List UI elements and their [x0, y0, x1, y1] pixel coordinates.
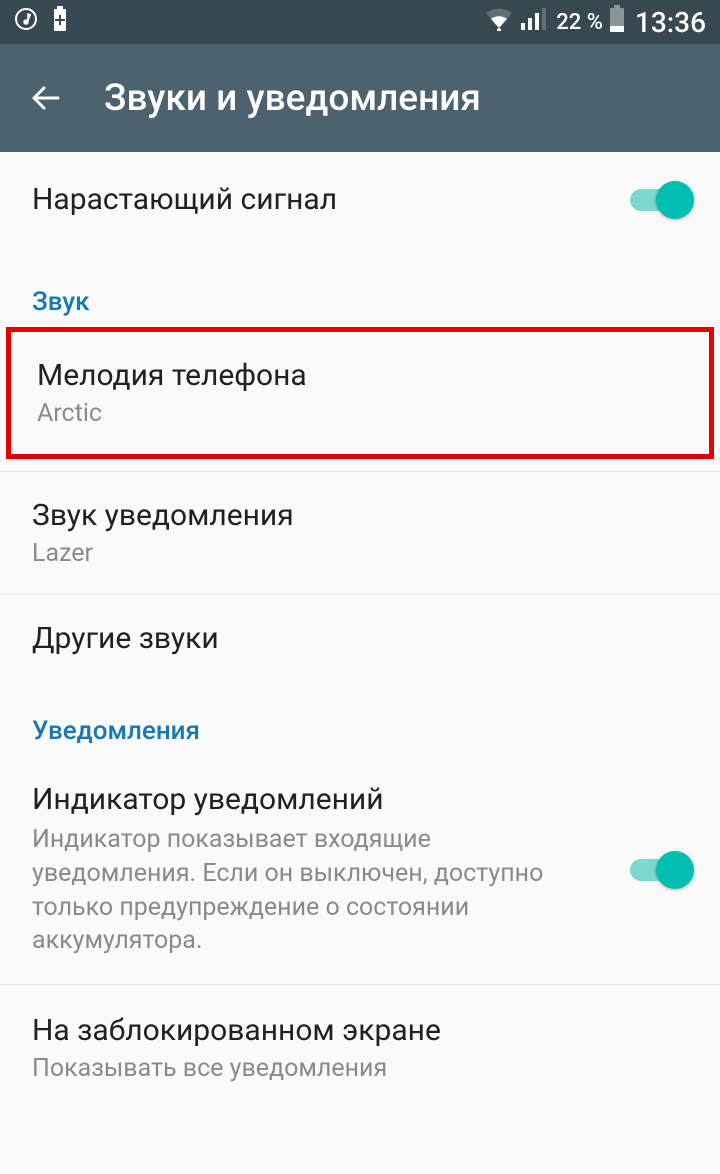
- cellular-signal-icon: [520, 7, 546, 37]
- notification-indicator-description: Индикатор показывает входящие уведомлени…: [32, 823, 552, 958]
- setting-other-sounds[interactable]: Другие звуки: [0, 595, 720, 682]
- settings-list: Нарастающий сигнал Звук Мелодия телефона…: [0, 152, 720, 1093]
- status-right: 22 % 13:36: [484, 5, 706, 39]
- setting-ascending-signal[interactable]: Нарастающий сигнал: [0, 152, 720, 253]
- setting-notification-indicator[interactable]: Индикатор уведомлений Индикатор показыва…: [0, 756, 720, 985]
- setting-label-container: Нарастающий сигнал: [32, 182, 630, 217]
- notification-indicator-toggle[interactable]: [630, 859, 688, 881]
- status-bar: 22 % 13:36: [0, 0, 720, 44]
- notification-sound-label: Звук уведомления: [32, 498, 668, 533]
- section-header-sound: Звук: [0, 253, 720, 327]
- clock-text: 13:36: [635, 6, 706, 39]
- setting-ringtone[interactable]: Мелодия телефона Arctic: [11, 332, 709, 454]
- notification-sound-value: Lazer: [32, 539, 668, 568]
- battery-charging-icon: [52, 6, 68, 38]
- setting-label-container: Другие звуки: [32, 621, 688, 656]
- ascending-signal-toggle[interactable]: [630, 189, 688, 211]
- wifi-icon: [484, 7, 514, 37]
- battery-percent-text: 22 %: [556, 10, 603, 35]
- setting-label-container: Мелодия телефона Arctic: [37, 358, 683, 428]
- notification-indicator-label: Индикатор уведомлений: [32, 782, 610, 817]
- section-header-notifications: Уведомления: [0, 682, 720, 756]
- setting-label-container: Звук уведомления Lazer: [32, 498, 688, 568]
- setting-label-container: Индикатор уведомлений Индикатор показыва…: [32, 782, 630, 958]
- page-title: Звуки и уведомления: [104, 77, 481, 120]
- on-lock-screen-value: Показывать все уведомления: [32, 1054, 668, 1083]
- music-note-icon: [14, 7, 38, 37]
- back-arrow-icon[interactable]: [28, 80, 64, 116]
- status-left: [14, 6, 68, 38]
- highlight-box: Мелодия телефона Arctic: [6, 327, 714, 459]
- other-sounds-label: Другие звуки: [32, 621, 668, 656]
- app-bar: Звуки и уведомления: [0, 44, 720, 152]
- setting-on-lock-screen[interactable]: На заблокированном экране Показывать все…: [0, 985, 720, 1093]
- setting-notification-sound[interactable]: Звук уведомления Lazer: [0, 472, 720, 595]
- setting-label-container: На заблокированном экране Показывать все…: [32, 1013, 688, 1083]
- ringtone-label: Мелодия телефона: [37, 358, 663, 393]
- ascending-signal-label: Нарастающий сигнал: [32, 182, 610, 217]
- battery-icon: [609, 5, 625, 39]
- on-lock-screen-label: На заблокированном экране: [32, 1013, 668, 1048]
- ringtone-value: Arctic: [37, 399, 663, 428]
